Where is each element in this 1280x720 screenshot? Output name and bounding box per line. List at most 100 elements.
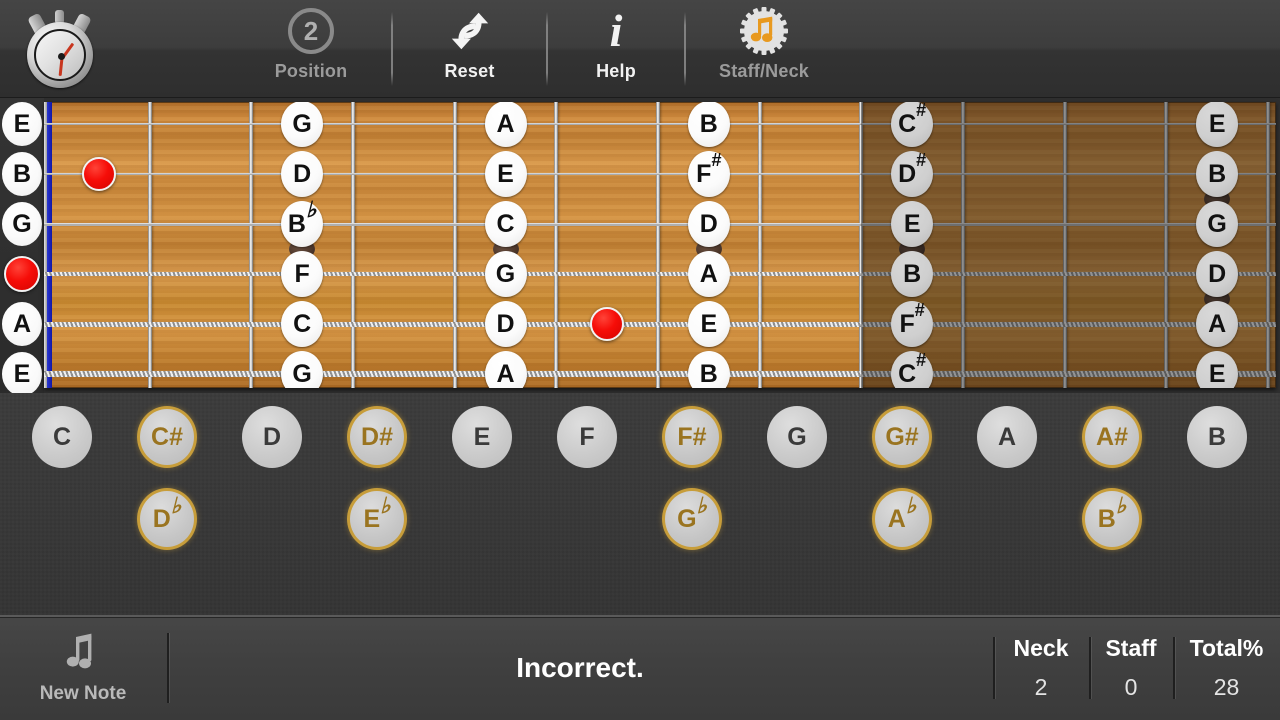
note-pad-f-sharp[interactable]: F# [662,406,722,468]
status-bar: New Note Incorrect. Neck 2 Staff 0 Total… [0,615,1280,720]
open-string-label: E [2,102,42,146]
note-pad-g[interactable]: G [767,406,827,468]
target-note-marker [81,157,116,191]
fret-line [554,102,559,388]
fret-line [249,102,254,388]
target-note-marker [590,307,625,341]
note-pad-e-flat[interactable]: E♭ [347,488,407,550]
guitar-string [44,123,1276,125]
fretboard-note[interactable]: B [1196,151,1239,197]
music-note-gear-icon [739,0,789,62]
fretboard-note[interactable]: C [484,201,527,247]
fretboard-note[interactable]: C [281,301,324,347]
fretboard-note[interactable]: G [1196,201,1239,247]
fretboard-note[interactable]: D [1196,251,1239,297]
note-pad-d[interactable]: D [242,406,302,468]
note-pad-c-sharp[interactable]: C# [137,406,197,468]
fretboard-note[interactable]: B♭ [281,199,324,247]
new-note-button[interactable]: New Note [0,615,166,720]
top-toolbar: 2 Position Reset i Help Staff/Neck [0,0,1280,98]
nut [47,102,52,388]
guitar-string [44,272,1276,276]
fretboard-note[interactable]: E [891,201,934,247]
fretboard-note[interactable]: C# [891,102,934,147]
position-value: 2 [288,8,334,54]
open-string-label: B [2,152,42,196]
open-string-label: G [2,202,42,246]
fretboard-note[interactable]: E [1196,102,1239,147]
fret-line [961,102,965,388]
fret-line [452,102,457,388]
fretboard-note[interactable]: A [484,102,527,147]
score-staff: Staff 0 [1089,615,1173,720]
fret-line [1062,102,1067,388]
status-divider-1 [167,633,169,703]
help-button[interactable]: i Help [547,0,685,98]
fretboard-note[interactable]: B [687,102,730,147]
score-total: Total% 28 [1173,615,1280,720]
reset-arrows-icon [447,0,493,62]
fretboard-trainer-app: 2 Position Reset i Help Staff/Neck E B G… [0,0,1280,720]
fret-line [859,102,864,388]
fretboard-note[interactable]: B [687,351,730,388]
fretboard-note[interactable]: B [891,251,934,297]
fretboard-note[interactable]: E [484,151,527,197]
score-neck-header: Neck [1013,634,1069,661]
note-pad-a[interactable]: A [977,406,1037,468]
guitar-string [44,222,1276,226]
fretboard-note[interactable]: G [281,102,324,147]
staff-neck-label: Staff/Neck [718,61,810,81]
fretboard-note[interactable]: E [1196,351,1239,388]
fretboard-note[interactable]: D [281,151,324,197]
fretboard-note[interactable]: A [484,351,527,388]
guitar-string [44,321,1276,327]
fretboard-note[interactable]: A [687,251,730,297]
open-string-column: EBGAE [0,98,44,396]
guitar-string [44,172,1276,176]
circled-number-icon: 2 [288,0,334,62]
timer-button[interactable] [12,0,108,98]
reset-button[interactable]: Reset [392,0,547,98]
fretboard-note[interactable]: G [484,251,527,297]
fretboard[interactable]: G D B♭ F C G A E C G D A B F# D A E B C# D# E B F# C# E B G D A E [44,102,1276,388]
fretboard-note[interactable]: D [687,201,730,247]
note-pad-a-flat[interactable]: A♭ [872,488,932,550]
score-total-header: Total% [1189,634,1264,661]
note-pad-e[interactable]: E [452,406,512,468]
note-pad-f[interactable]: F [557,406,617,468]
note-pad-d-sharp[interactable]: D# [347,406,407,468]
fretboard-note[interactable]: D [484,301,527,347]
fretboard-note[interactable]: F# [891,301,934,347]
fret-line [757,102,762,388]
fret-line [351,102,355,388]
reset-label: Reset [444,61,495,81]
fret-line [1164,102,1169,388]
fretboard-note[interactable]: F [281,251,324,297]
note-pad-a-sharp[interactable]: A# [1082,406,1142,468]
note-answer-pad: C C# D D# E F F# G G# A A# B D♭ E♭ G♭ A♭ B♭ [0,393,1280,615]
fretboard-note[interactable]: C# [891,351,934,388]
neck-area: EBGAE G D B♭ F C G A E C G D A B F# D A E B C# D# E B F# C# E B G D… [0,98,1280,396]
note-pad-b-flat[interactable]: B♭ [1082,488,1142,550]
fretboard-note[interactable]: G [281,351,324,388]
note-pad-g-sharp[interactable]: G# [872,406,932,468]
new-note-label: New Note [39,683,127,704]
note-pad-d-flat[interactable]: D♭ [137,488,197,550]
staff-neck-button[interactable]: Staff/Neck [685,0,843,98]
feedback-message: Incorrect. [516,651,644,683]
info-i-icon: i [609,5,623,56]
note-pad-g-flat[interactable]: G♭ [662,488,722,550]
score-staff-header: Staff [1105,634,1157,661]
fretboard-note[interactable]: D# [891,151,934,197]
help-label: Help [596,61,636,81]
fretboard-note[interactable]: F# [687,151,730,197]
fret-line [147,102,152,388]
open-string-target-marker [4,256,40,292]
position-button[interactable]: 2 Position [232,0,390,98]
score-total-value: 28 [1213,673,1240,700]
note-pad-b[interactable]: B [1187,406,1247,468]
guitar-string [44,371,1276,377]
fretboard-note[interactable]: E [687,301,730,347]
note-pad-c[interactable]: C [32,406,92,468]
fretboard-note[interactable]: A [1196,301,1239,347]
